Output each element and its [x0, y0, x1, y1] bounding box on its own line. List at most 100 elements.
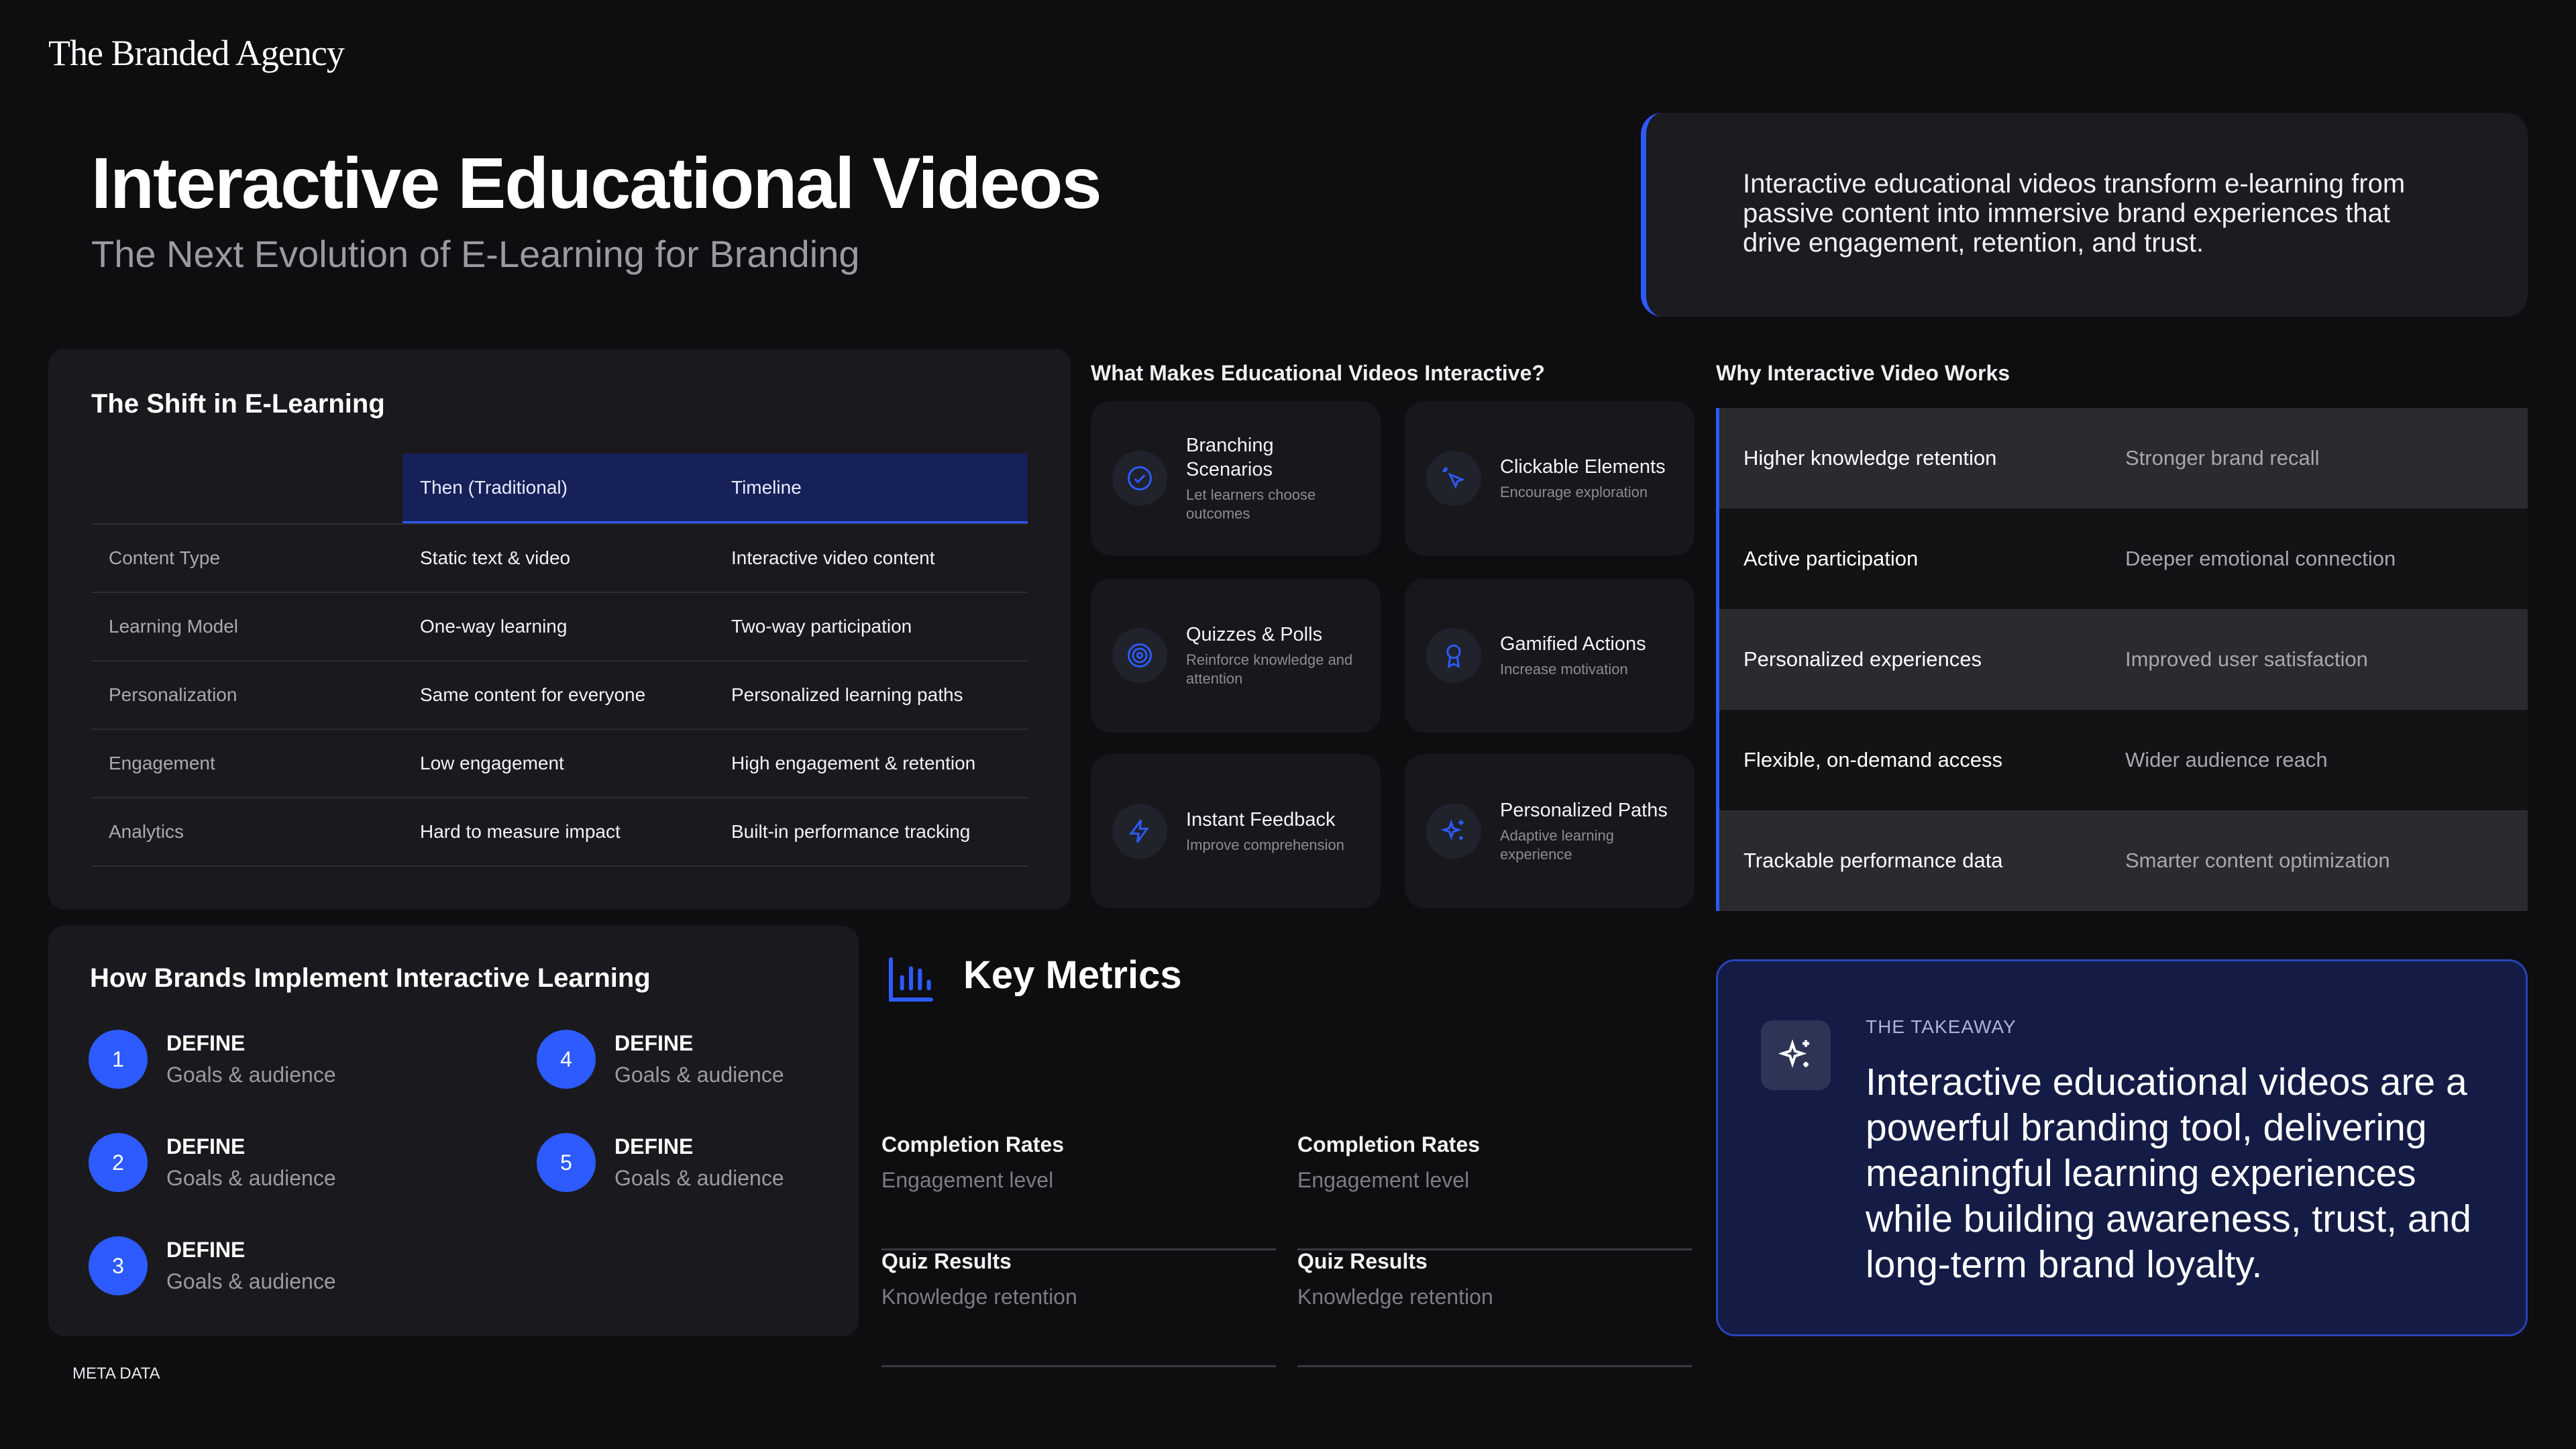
- list-item: Flexible, on-demand access Wider audienc…: [1719, 710, 2528, 810]
- step-desc: Goals & audience: [166, 1063, 336, 1087]
- why-benefit: Flexible, on-demand access: [1743, 748, 2002, 771]
- takeaway-card: THE TAKEAWAY Interactive educational vid…: [1716, 959, 2528, 1336]
- feature-desc: Reinforce knowledge and attention: [1186, 651, 1353, 687]
- meta-data-label: META DATA: [72, 1364, 160, 1383]
- list-item: Personalized experiences Improved user s…: [1719, 609, 2528, 710]
- list-item: Trackable performance data Smarter conte…: [1719, 810, 2528, 911]
- metric-desc: Knowledge retention: [1297, 1285, 1493, 1309]
- lightning-icon: [1112, 804, 1167, 859]
- feature-desc: Increase motivation: [1500, 661, 1628, 678]
- feature-desc: Improve comprehension: [1186, 837, 1345, 853]
- step-title: DEFINE: [614, 1031, 694, 1055]
- step-desc: Goals & audience: [166, 1269, 336, 1293]
- key-metrics-title: Key Metrics: [963, 953, 1182, 997]
- row-label: Personalization: [109, 684, 237, 705]
- why-outcome: Improved user satisfaction: [2125, 647, 2368, 671]
- implement-panel: How Brands Implement Interactive Learnin…: [48, 926, 859, 1336]
- page-title: Interactive Educational Videos: [91, 142, 1102, 223]
- why-outcome: Deeper emotional connection: [2125, 547, 2396, 570]
- step-desc: Goals & audience: [166, 1166, 336, 1190]
- feature-desc: Encourage exploration: [1500, 484, 1648, 500]
- step-title: DEFINE: [166, 1031, 246, 1055]
- step-item: 2 DEFINE Goals & audience: [89, 1126, 464, 1199]
- header-then: Then (Traditional): [402, 453, 714, 523]
- target-icon: [1112, 628, 1167, 683]
- cursor-click-icon: [1426, 451, 1481, 506]
- row-then: Static text & video: [420, 547, 571, 568]
- row-label: Learning Model: [109, 616, 239, 637]
- takeaway-label: THE TAKEAWAY: [1866, 1016, 2017, 1037]
- takeaway-text: Interactive educational videos are a pow…: [1866, 1061, 2472, 1286]
- table-row: Learning Model One-way learning Two-way …: [91, 593, 1028, 661]
- row-then: Same content for everyone: [420, 684, 646, 705]
- step-item: 3 DEFINE Goals & audience: [89, 1229, 464, 1303]
- row-timeline: High engagement & retention: [731, 753, 976, 773]
- step-desc: Goals & audience: [614, 1063, 784, 1087]
- header-timeline: Timeline: [714, 453, 1028, 523]
- metric-item: Completion Rates Engagement level: [1297, 1132, 1692, 1250]
- check-circle-icon: [1112, 451, 1167, 506]
- step-title: DEFINE: [614, 1134, 694, 1159]
- feature-title: Quizzes & Polls: [1186, 624, 1323, 645]
- step-item: 5 DEFINE Goals & audience: [537, 1126, 912, 1199]
- metric-title: Completion Rates: [1297, 1132, 1481, 1157]
- feature-desc: Let learners choose outcomes: [1186, 486, 1316, 522]
- metric-desc: Knowledge retention: [881, 1285, 1077, 1309]
- metric-item: Quiz Results Knowledge retention: [1297, 1249, 1692, 1367]
- feature-card-quizzes[interactable]: Quizzes & Polls Reinforce knowledge and …: [1091, 578, 1381, 733]
- why-outcome: Stronger brand recall: [2125, 446, 2320, 470]
- feature-card-feedback[interactable]: Instant Feedback Improve comprehension: [1091, 754, 1381, 908]
- step-title: DEFINE: [166, 1238, 246, 1262]
- shift-table-header: Then (Traditional) Timeline: [91, 453, 1028, 523]
- shift-table: Then (Traditional) Timeline Content Type…: [91, 453, 1028, 867]
- feature-card-gamified[interactable]: Gamified Actions Increase motivation: [1405, 578, 1695, 733]
- sparkles-icon: [1426, 804, 1481, 859]
- table-row: Analytics Hard to measure impact Built-i…: [91, 798, 1028, 867]
- implement-title: How Brands Implement Interactive Learnin…: [90, 963, 651, 993]
- step-item: 1 DEFINE Goals & audience: [89, 1022, 464, 1096]
- metric-item: Quiz Results Knowledge retention: [881, 1249, 1276, 1367]
- brand-logo: The Branded Agency: [48, 33, 345, 73]
- step-number: 3: [89, 1236, 148, 1295]
- step-number: 2: [89, 1133, 148, 1192]
- intro-text: Interactive educational videos transform…: [1743, 169, 2406, 258]
- metric-title: Quiz Results: [1297, 1249, 1428, 1273]
- row-then: Low engagement: [420, 753, 564, 773]
- sparkles-icon: [1761, 1020, 1831, 1090]
- why-title: Why Interactive Video Works: [1716, 361, 2010, 385]
- feature-title: Clickable Elements: [1500, 456, 1666, 478]
- row-label: Content Type: [109, 547, 221, 568]
- row-timeline: Two-way participation: [731, 616, 912, 637]
- row-then: Hard to measure impact: [420, 821, 621, 842]
- step-number: 4: [537, 1030, 596, 1089]
- row-label: Analytics: [109, 821, 184, 842]
- why-outcome: Wider audience reach: [2125, 748, 2328, 771]
- feature-card-clickable[interactable]: Clickable Elements Encourage exploration: [1405, 401, 1695, 555]
- table-row: Content Type Static text & video Interac…: [91, 525, 1028, 593]
- table-row: Engagement Low engagement High engagemen…: [91, 730, 1028, 798]
- why-benefit: Personalized experiences: [1743, 647, 1982, 671]
- row-timeline: Interactive video content: [731, 547, 935, 568]
- shift-panel: The Shift in E-Learning Then (Traditiona…: [48, 349, 1071, 910]
- metric-title: Completion Rates: [881, 1132, 1065, 1157]
- feature-title: Gamified Actions: [1500, 633, 1646, 655]
- feature-card-branching[interactable]: Branching Scenarios Let learners choose …: [1091, 401, 1381, 555]
- page-subtitle: The Next Evolution of E-Learning for Bra…: [91, 233, 860, 275]
- feature-card-personalized[interactable]: Personalized Paths Adaptive learning exp…: [1405, 754, 1695, 908]
- row-timeline: Built-in performance tracking: [731, 821, 971, 842]
- step-title: DEFINE: [166, 1134, 246, 1159]
- step-number: 5: [537, 1133, 596, 1192]
- feature-title: Personalized Paths: [1500, 800, 1668, 821]
- bar-chart-icon: [884, 953, 938, 1010]
- row-then: One-way learning: [420, 616, 568, 637]
- row-label: Engagement: [109, 753, 215, 773]
- step-item: 4 DEFINE Goals & audience: [537, 1022, 912, 1096]
- award-icon: [1426, 628, 1481, 683]
- intro-card: Interactive educational videos transform…: [1641, 113, 2528, 317]
- metric-desc: Engagement level: [1297, 1168, 1470, 1192]
- why-outcome: Smarter content optimization: [2125, 849, 2390, 872]
- metric-desc: Engagement level: [881, 1168, 1054, 1192]
- feature-desc: Adaptive learning experience: [1500, 827, 1615, 863]
- why-list: Higher knowledge retention Stronger bran…: [1716, 408, 2528, 911]
- step-desc: Goals & audience: [614, 1166, 784, 1190]
